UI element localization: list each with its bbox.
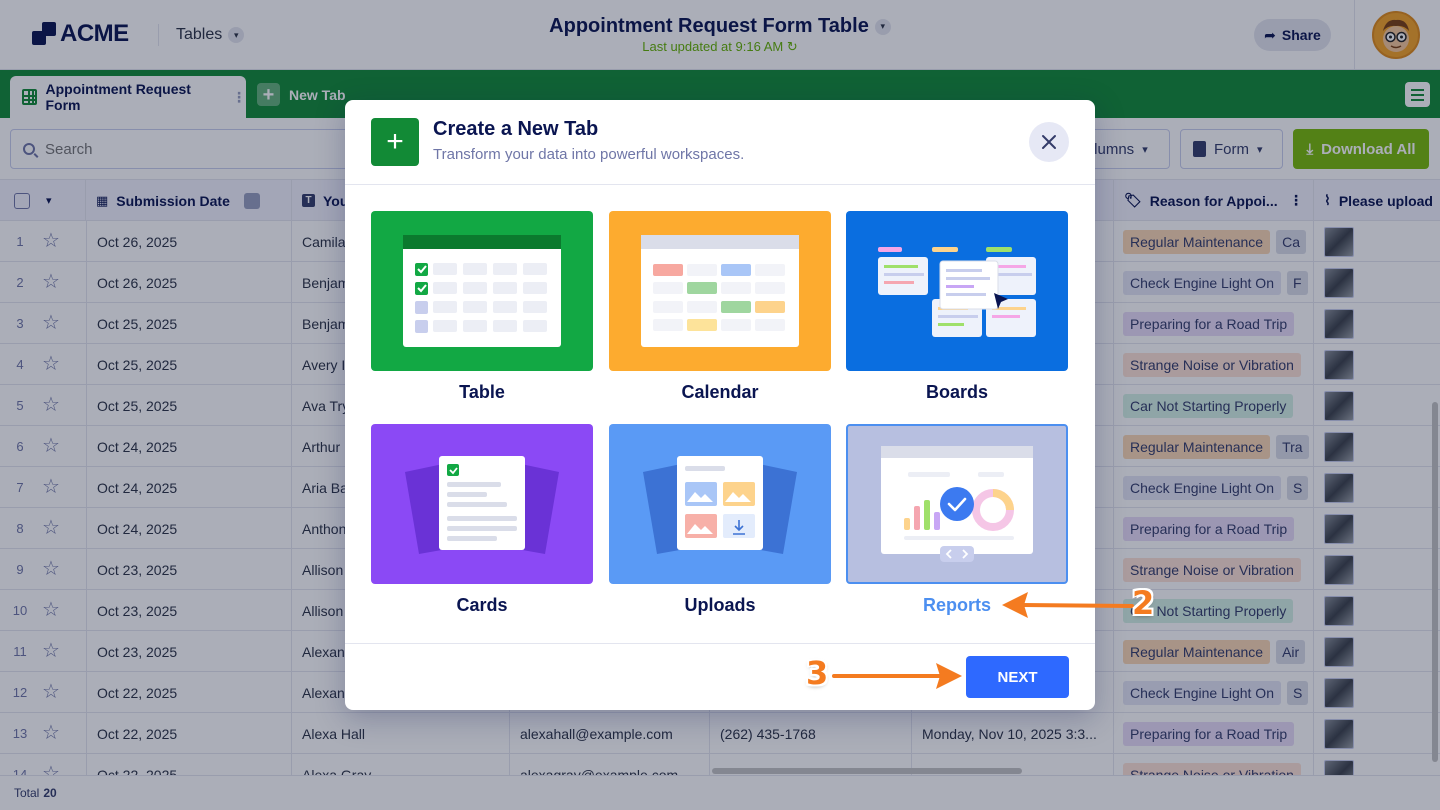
dialog-title: Create a New Tab xyxy=(433,118,599,140)
close-button[interactable] xyxy=(1029,122,1069,162)
tab-option-label: Reports xyxy=(922,595,991,615)
dialog-header: + Create a New Tab Transform your data i… xyxy=(345,100,1095,185)
uploads-illustration-icon xyxy=(643,456,797,554)
reports-illustration-icon xyxy=(881,446,1033,562)
calendar-illustration-icon xyxy=(641,235,799,347)
step-3-annotation: 3 xyxy=(806,654,829,692)
tab-option-cards[interactable] xyxy=(371,424,593,584)
tab-option-label: Boards xyxy=(925,382,988,402)
plus-icon: + xyxy=(371,118,419,166)
next-button[interactable]: NEXT xyxy=(966,656,1069,698)
dialog-subtitle: Transform your data into powerful worksp… xyxy=(433,146,745,163)
close-icon xyxy=(1042,135,1056,149)
tab-option-label: Table xyxy=(459,382,505,402)
tab-option-label: Cards xyxy=(456,595,508,615)
tab-option-reports[interactable] xyxy=(846,424,1068,584)
cards-illustration-icon xyxy=(405,456,559,554)
tab-option-calendar[interactable] xyxy=(609,211,831,371)
boards-illustration-icon xyxy=(878,247,1036,337)
tab-option-uploads[interactable] xyxy=(609,424,831,584)
tab-option-table[interactable] xyxy=(371,211,593,371)
step-2-annotation: 2 xyxy=(1132,584,1155,622)
table-illustration-icon xyxy=(403,235,561,347)
tab-option-label: Uploads xyxy=(684,595,756,615)
tab-option-boards[interactable] xyxy=(846,211,1068,371)
create-new-tab-dialog: + Create a New Tab Transform your data i… xyxy=(345,100,1095,710)
tab-option-label: Calendar xyxy=(681,382,759,402)
